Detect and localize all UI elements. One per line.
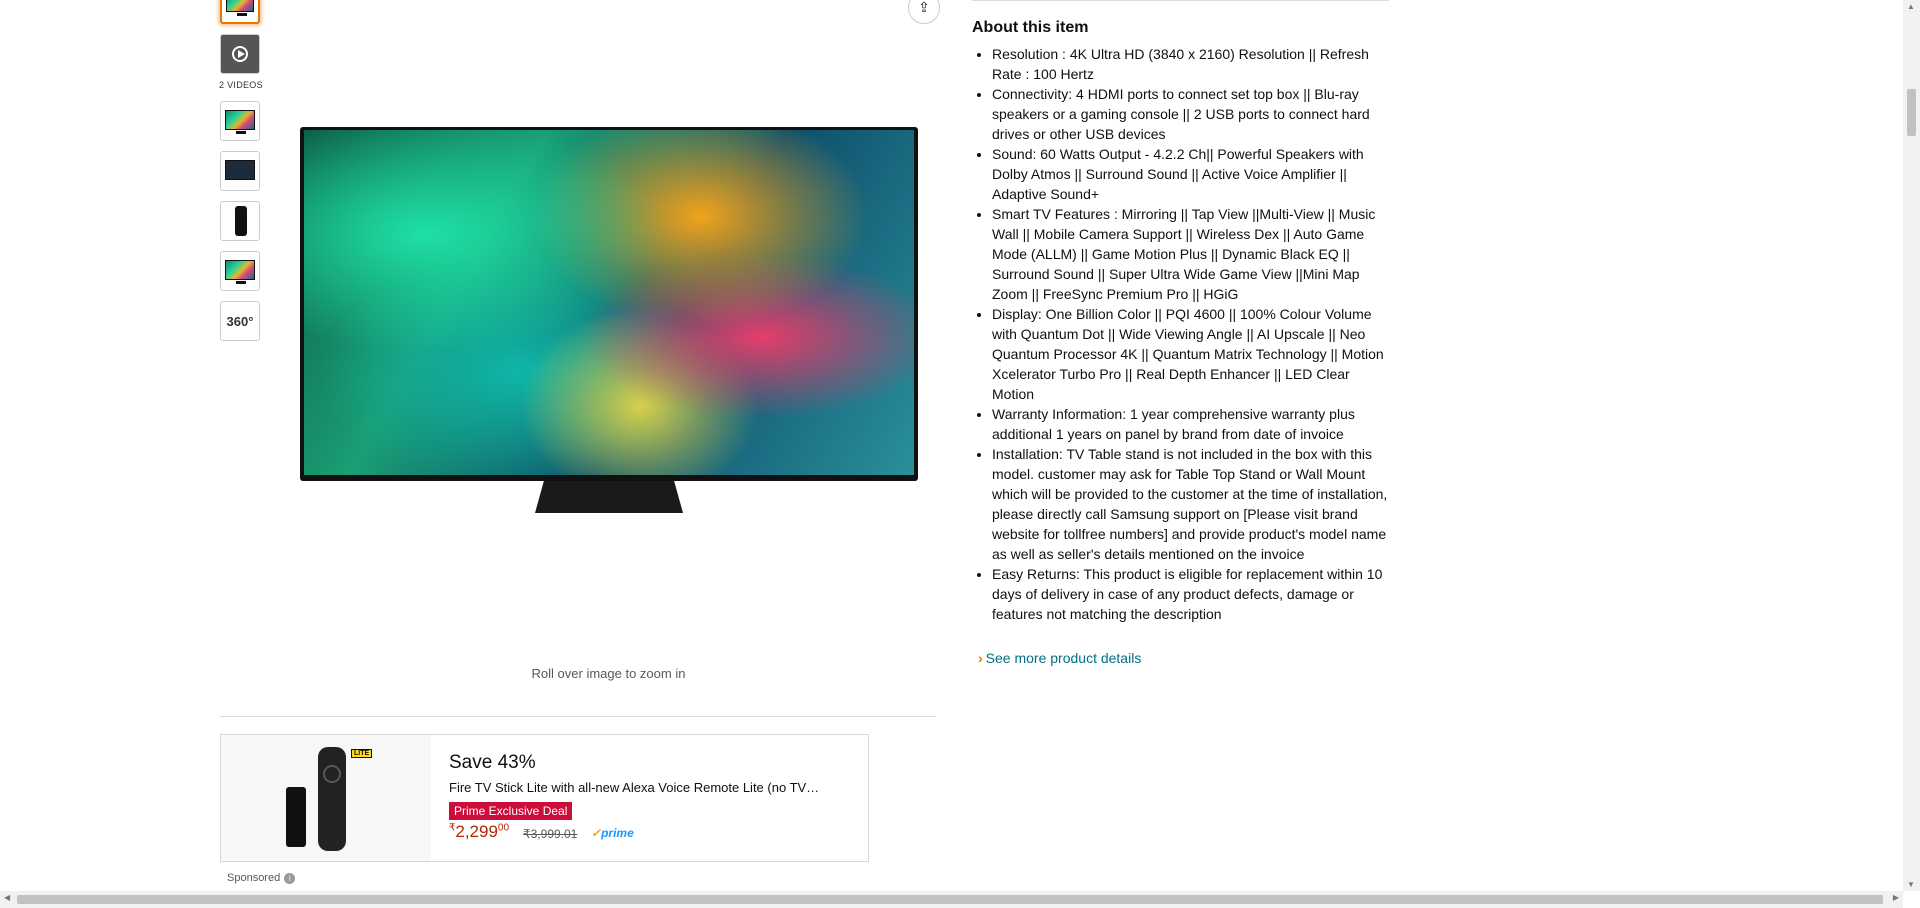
about-bullets: Resolution : 4K Ultra HD (3840 x 2160) R…: [972, 44, 1392, 624]
ad-discount-title[interactable]: Save 43%: [449, 752, 536, 774]
scroll-right-icon[interactable]: ▶: [1893, 893, 1899, 902]
thumbnail-image-5[interactable]: [220, 251, 260, 291]
thumbnail-image-2[interactable]: [220, 101, 260, 141]
sponsored-label: Sponsored i: [227, 872, 296, 884]
sponsored-ad-card[interactable]: LITE Save 43% Fire TV Stick Lite with al…: [220, 734, 869, 862]
thumbnail-image-4[interactable]: [220, 201, 260, 241]
bullet-item: Smart TV Features : Mirroring || Tap Vie…: [992, 204, 1392, 304]
divider: [220, 716, 936, 717]
thumbnail-image-1[interactable]: [220, 0, 260, 24]
videos-count-label: 2 VIDEOS: [219, 80, 263, 90]
horizontal-scrollbar[interactable]: ◀ ▶: [0, 891, 1903, 908]
scroll-left-icon[interactable]: ◀: [4, 893, 10, 902]
bullet-item: Display: One Billion Color || PQI 4600 |…: [992, 304, 1392, 404]
bullet-item: Connectivity: 4 HDMI ports to connect se…: [992, 84, 1392, 144]
bullet-item: Installation: TV Table stand is not incl…: [992, 444, 1392, 564]
360-view-label: 360°: [226, 314, 254, 329]
thumbnail-image-3[interactable]: [220, 151, 260, 191]
main-product-image[interactable]: [300, 127, 918, 517]
horizontal-scroll-thumb[interactable]: [17, 895, 1883, 904]
thumbnail-360-view[interactable]: 360°: [220, 301, 260, 341]
ad-list-price: ₹3,999.01: [523, 827, 578, 841]
vertical-scrollbar[interactable]: ▲ ▼: [1903, 0, 1920, 891]
bullet-item: Easy Returns: This product is eligible f…: [992, 564, 1392, 624]
scroll-down-icon[interactable]: ▼: [1907, 880, 1915, 889]
thumbnail-video[interactable]: [220, 34, 260, 74]
bullet-item: Warranty Information: 1 year comprehensi…: [992, 404, 1392, 444]
bullet-item: Resolution : 4K Ultra HD (3840 x 2160) R…: [992, 44, 1392, 84]
vertical-scroll-thumb[interactable]: [1907, 89, 1916, 136]
ad-product-image[interactable]: LITE: [221, 735, 431, 861]
ad-price: ₹2,29900: [449, 822, 510, 841]
info-icon[interactable]: i: [284, 872, 296, 884]
about-section-title: About this item: [972, 19, 1089, 36]
play-icon: [232, 46, 248, 62]
lite-badge: LITE: [351, 749, 373, 758]
see-more-details-link[interactable]: › See more product details: [978, 650, 1141, 666]
chevron-right-icon: ›: [978, 650, 983, 666]
ad-product-title[interactable]: Fire TV Stick Lite with all-new Alexa Vo…: [449, 780, 819, 795]
ad-deal-badge: Prime Exclusive Deal: [449, 802, 573, 820]
share-button[interactable]: ⇪: [908, 0, 940, 24]
divider: [972, 0, 1389, 1]
scroll-up-icon[interactable]: ▲: [1907, 2, 1915, 11]
share-icon: ⇪: [918, 0, 930, 15]
bullet-item: Sound: 60 Watts Output - 4.2.2 Ch|| Powe…: [992, 144, 1392, 204]
prime-badge: ✓prime: [591, 826, 634, 840]
zoom-hint: Roll over image to zoom in: [531, 666, 686, 681]
